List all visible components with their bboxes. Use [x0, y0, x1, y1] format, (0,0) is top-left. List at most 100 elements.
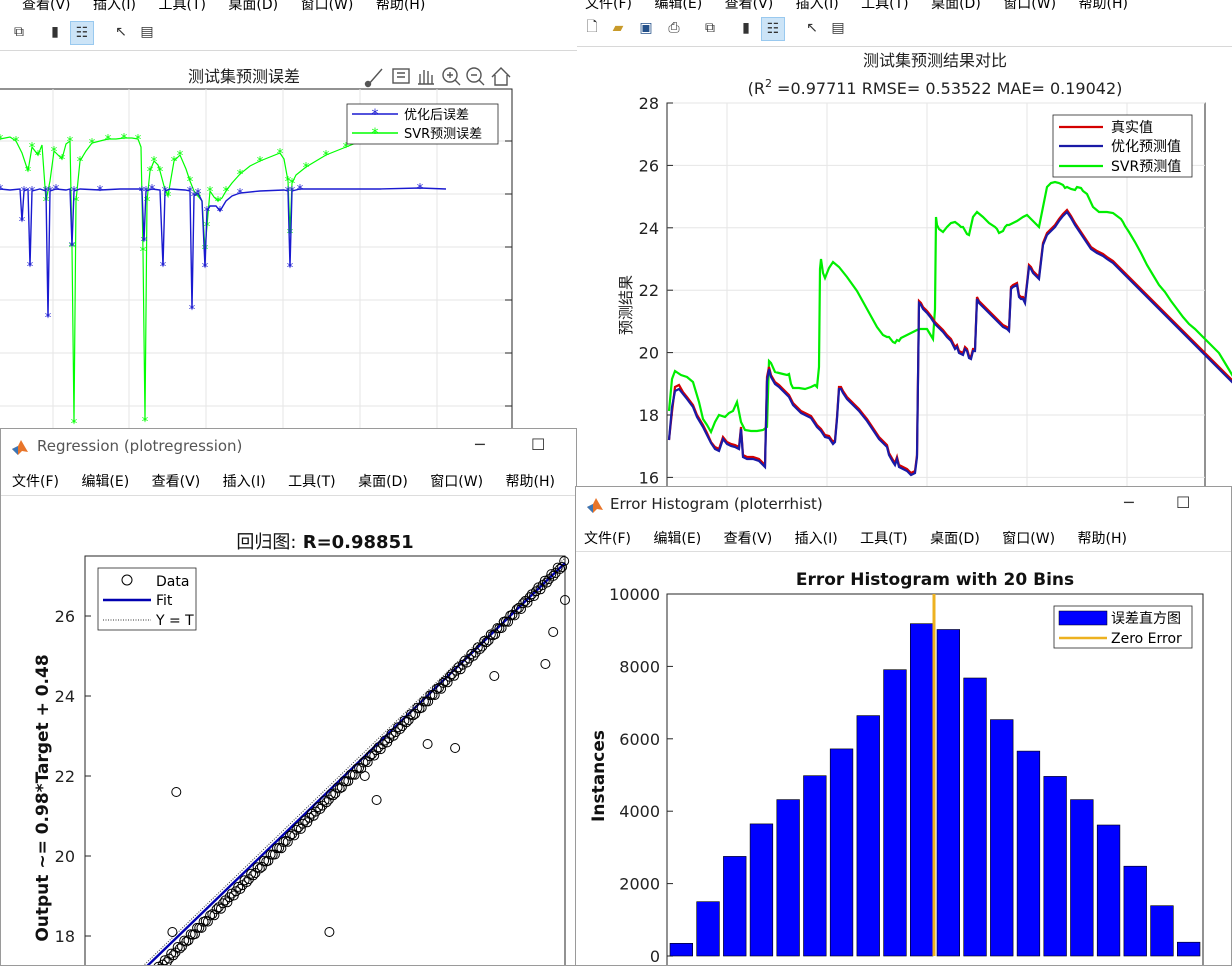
axes-toolbar — [364, 67, 511, 88]
new-figure-icon[interactable]: 🗋 — [581, 17, 603, 39]
menu-bar: 文件(F) 编辑(E) 查看(V) 插入(I) 工具(T) 桌面(D) 窗口(W… — [584, 528, 1231, 548]
maximize-button[interactable]: ☐ — [1176, 493, 1190, 512]
menu-view[interactable]: 查看(V) — [152, 471, 201, 491]
menu-edit[interactable]: 编辑(E) — [653, 528, 701, 548]
menu-tools[interactable]: 工具(T) — [288, 471, 335, 491]
menu-help[interactable]: 帮助(H) — [376, 0, 425, 14]
menu-file[interactable]: 文件(F) — [12, 471, 59, 491]
histogram-ytick-label: 6000 — [619, 730, 660, 749]
histogram-bar — [749, 823, 774, 957]
legend-icon[interactable]: ☷ — [761, 17, 785, 41]
menu-help[interactable]: 帮助(H) — [1078, 528, 1127, 548]
minimize-button[interactable]: ─ — [475, 435, 485, 454]
optimized-error-marker: * — [97, 184, 104, 199]
home-icon[interactable] — [491, 67, 511, 86]
optimized-error-marker: * — [149, 183, 156, 198]
histogram-plot-area: Error Histogram with 20 Bins 0 2000 4000 60… — [576, 551, 1231, 965]
error-plot-area: 测试集预测误差 * * * * * * * * * * * * * * * * … — [0, 51, 577, 430]
brush-icon[interactable] — [364, 68, 383, 88]
colorbar-icon[interactable]: ▮ — [44, 21, 66, 43]
property-editor-icon[interactable]: ▤ — [827, 17, 849, 39]
histogram-bar — [723, 856, 747, 957]
histogram-ytick-label: 8000 — [619, 657, 660, 676]
optimized-error-marker: * — [45, 311, 52, 326]
zoom-out-icon[interactable] — [466, 67, 485, 86]
pointer-icon[interactable]: ↖ — [110, 21, 132, 43]
optimized-error-marker: * — [160, 260, 167, 275]
legend-identity: Y = T — [155, 613, 194, 629]
menu-window[interactable]: 窗口(W) — [430, 471, 483, 491]
svr-error-marker: * — [59, 153, 66, 168]
menu-help[interactable]: 帮助(H) — [506, 471, 555, 491]
menu-desktop[interactable]: 桌面(D) — [930, 528, 980, 548]
legend-error-histogram: 误差直方图 — [1111, 610, 1181, 627]
histogram-bar — [909, 623, 934, 957]
compare-plot-svg: 测试集预测结果对比 (R2 =0.97711 RMSE= 0.53522 MAE… — [617, 51, 1232, 486]
regression-ytick-label: 20 — [55, 847, 75, 866]
svr-error-marker: * — [135, 133, 142, 148]
pointer-icon[interactable]: ↖ — [801, 17, 823, 39]
menu-desktop[interactable]: 桌面(D) — [358, 471, 408, 491]
optimized-error-marker: * — [29, 185, 36, 200]
zoom-in-icon[interactable] — [442, 67, 461, 86]
svr-error-marker: * — [121, 132, 128, 147]
menu-window[interactable]: 窗口(W) — [301, 0, 354, 14]
pan-icon[interactable] — [418, 70, 434, 85]
maximize-button[interactable]: ☐ — [531, 435, 545, 454]
legend-svr-prediction: SVR预测值 — [1111, 159, 1181, 175]
menu-bar: 文件(F) 编辑(E) 查看(V) 插入(I) 工具(T) 桌面(D) 窗口(W… — [12, 471, 576, 491]
optimized-error-marker: * — [189, 303, 196, 318]
svr-error-marker: * — [51, 145, 58, 160]
menu-view[interactable]: 查看(V) — [22, 0, 71, 14]
optimized-error-marker: * — [417, 182, 424, 197]
window-title: Regression (plotregression) — [37, 437, 243, 455]
error-plot-svg: 测试集预测误差 ************* * * ********* ****… — [0, 67, 513, 430]
menu-tools[interactable]: 工具(T) — [860, 528, 907, 548]
property-editor-icon[interactable]: ▤ — [136, 21, 158, 43]
window-title: Error Histogram (ploterrhist) — [610, 495, 823, 513]
save-icon[interactable]: ▣ — [635, 17, 657, 39]
menu-insert[interactable]: 插入(I) — [223, 471, 266, 491]
menu-window[interactable]: 窗口(W) — [1002, 528, 1055, 548]
menu-file[interactable]: 文件(F) — [584, 528, 631, 548]
colorbar-icon[interactable]: ▮ — [735, 17, 757, 39]
svg-text:*: * — [372, 126, 379, 142]
histogram-ytick-label: 0 — [650, 947, 660, 966]
menu-insert[interactable]: 插入(I) — [93, 0, 136, 14]
svr-error-marker: * — [323, 149, 330, 164]
data-tips-icon[interactable] — [392, 68, 410, 84]
legend-fit: Fit — [156, 593, 173, 609]
svr-error-marker: * — [13, 135, 20, 150]
regression-ytick-label: 22 — [55, 767, 75, 786]
menu-edit[interactable]: 编辑(E) — [81, 471, 129, 491]
menu-insert[interactable]: 插入(I) — [795, 528, 838, 548]
histogram-figure-window: Error Histogram (ploterrhist) ─ ☐ 文件(F) … — [575, 486, 1232, 966]
link-plot-icon[interactable]: ⧉ — [699, 17, 721, 39]
legend-zero-error: Zero Error — [1111, 631, 1182, 647]
svg-text:*: * — [372, 107, 379, 123]
regression-plot-svg: 回归图: R=0.98851 18 20 22 24 26 Output ~= 0.98… — [33, 532, 570, 965]
open-icon[interactable]: ▰ — [607, 17, 629, 39]
legend-icon[interactable]: ☷ — [70, 21, 94, 45]
svr-error-marker: * — [89, 137, 96, 152]
menu-tools[interactable]: 工具(T) — [158, 0, 205, 14]
minimize-button[interactable]: ─ — [1124, 493, 1134, 512]
histogram-bar — [990, 719, 1014, 957]
histogram-bar — [1096, 824, 1121, 957]
histogram-bar — [803, 775, 827, 957]
print-icon[interactable]: ⎙ — [663, 17, 685, 39]
menu-desktop[interactable]: 桌面(D) — [228, 0, 278, 14]
optimized-error-marker: * — [289, 185, 296, 200]
svr-error-marker: * — [105, 133, 112, 148]
toolbar: 🗋 ▰ ▣ ⎙ ⧉ ▮ ☷ ↖ ▤ — [577, 12, 1232, 47]
svr-error-marker: * — [277, 147, 284, 162]
menu-view[interactable]: 查看(V) — [724, 528, 773, 548]
compare-figure-window: 文件(F) 编辑(E) 查看(V) 插入(I) 工具(T) 桌面(D) 窗口(W… — [577, 0, 1232, 486]
regression-plot-area: 回归图: R=0.98851 18 20 22 24 26 Output ~= 0.98… — [1, 495, 576, 965]
svr-error-marker: * — [157, 165, 164, 180]
optimized-error-marker: * — [19, 215, 26, 230]
link-plot-icon[interactable]: ⧉ — [8, 21, 30, 43]
legend-optimized-prediction: 优化预测值 — [1111, 139, 1181, 155]
compare-ytick-label: 28 — [639, 94, 659, 113]
menu-bar: 文件(F) 编辑(E) 查看(V) 插入(I) 工具(T) 桌面(D) 窗口(W… — [585, 0, 1232, 12]
